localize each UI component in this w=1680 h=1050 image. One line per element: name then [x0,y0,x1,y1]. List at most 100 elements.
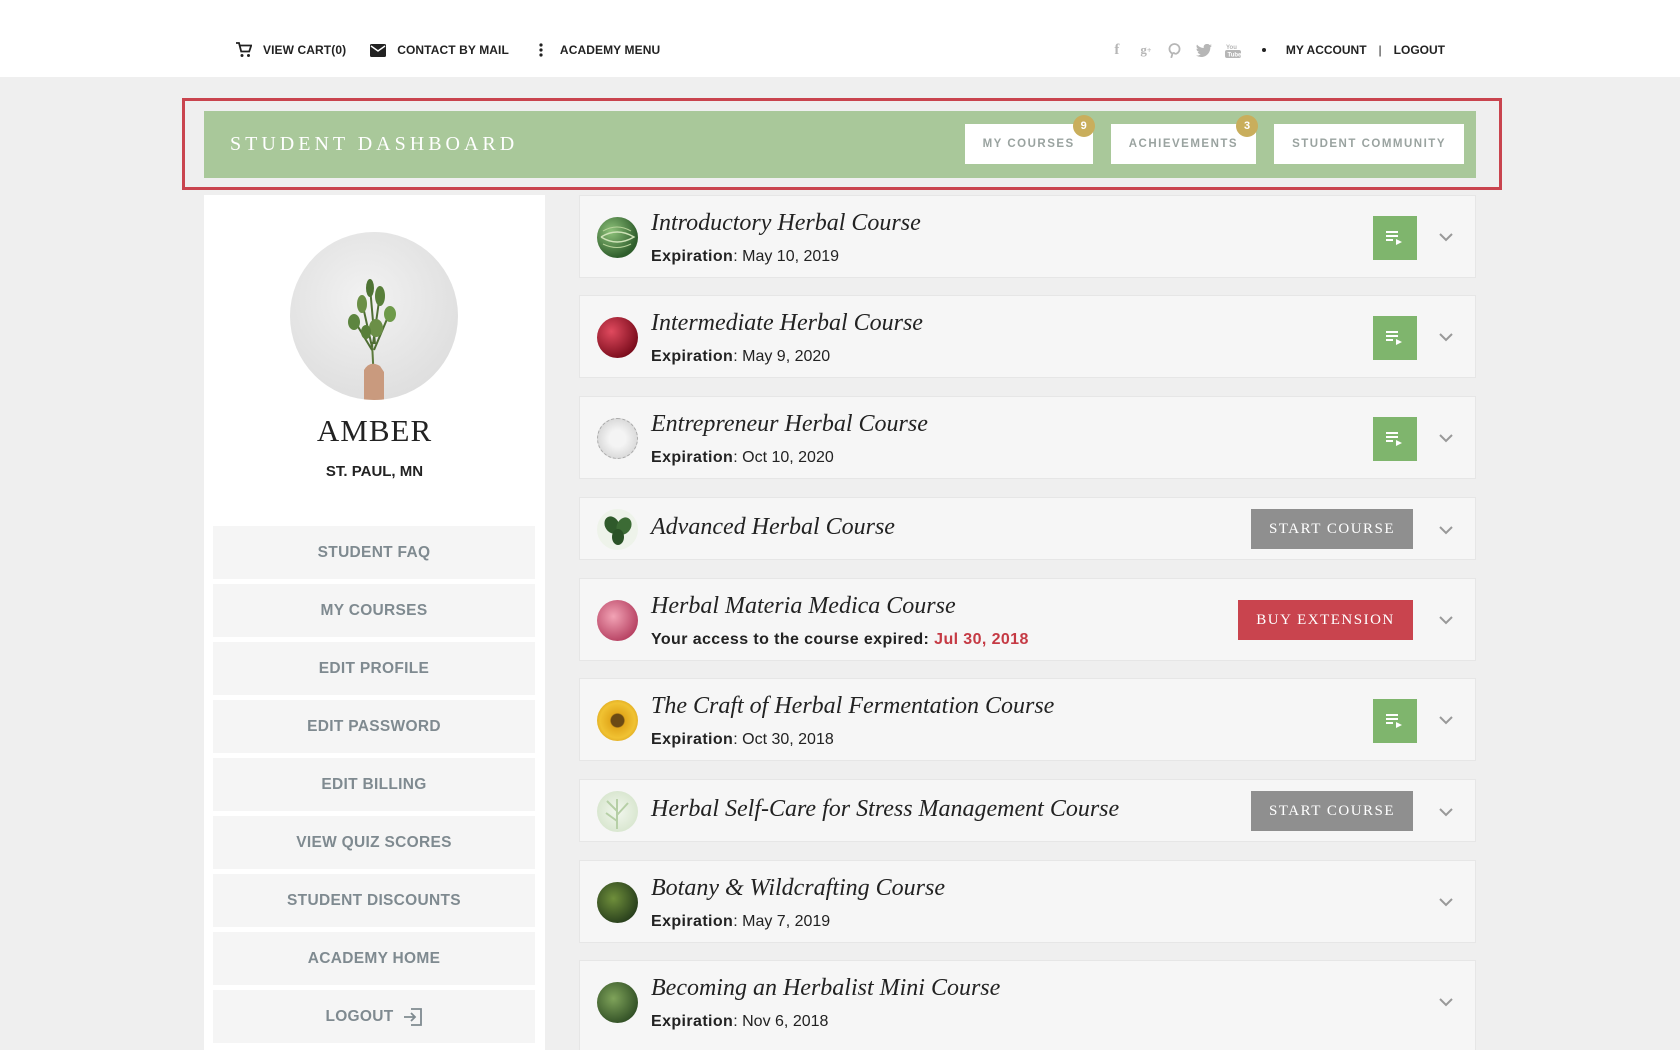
facebook-icon[interactable]: f [1109,42,1125,58]
expiration-date: : May 9, 2020 [733,348,831,365]
view-cart-link[interactable]: VIEW CART(0) [236,42,346,58]
expand-chevron-icon[interactable] [1439,613,1453,627]
sidebar-item-view-quiz-scores[interactable]: VIEW QUIZ SCORES [213,816,535,869]
course-title[interactable]: Herbal Self-Care for Stress Management C… [651,796,1119,823]
course-expiration: Expiration: May 10, 2019 [651,248,839,266]
expand-chevron-icon[interactable] [1439,805,1453,819]
start-course-button[interactable]: START COURSE [1251,791,1413,831]
expiration-date: : May 7, 2019 [733,913,831,930]
course-thumbnail [597,882,638,923]
course-thumbnail [597,418,638,459]
course-title[interactable]: Becoming an Herbalist Mini Course [651,975,1000,1002]
course-card: The Craft of Herbal Fermentation Course … [579,678,1476,761]
course-expiration: Your access to the course expired: Jul 3… [651,631,1029,649]
svg-text:Tube: Tube [1227,53,1241,59]
mail-icon [370,42,387,58]
course-expiration: Expiration: May 9, 2020 [651,348,830,366]
expiration-date: : Oct 30, 2018 [733,731,834,748]
course-expiration: Expiration: Oct 10, 2020 [651,449,834,467]
profile-sidebar: AMBER ST. PAUL, MN STUDENT FAQ MY COURSE… [204,195,545,1050]
sidebar-item-logout[interactable]: LOGOUT [213,990,535,1043]
course-title[interactable]: Entrepreneur Herbal Course [651,411,928,438]
dashboard-tabs: MY COURSES 9 ACHIEVEMENTS 3 STUDENT COMM… [947,115,1464,164]
play-course-button[interactable] [1373,216,1417,260]
course-card: Advanced Herbal Course START COURSE [579,497,1476,560]
course-title[interactable]: Advanced Herbal Course [651,514,895,541]
contact-mail-link[interactable]: CONTACT BY MAIL [370,42,509,58]
view-cart-label: VIEW CART(0) [263,43,347,57]
academy-menu-link[interactable]: ACADEMY MENU [533,42,660,58]
tab-student-community-label: STUDENT COMMUNITY [1292,138,1446,150]
expand-chevron-icon[interactable] [1439,995,1453,1009]
tab-achievements[interactable]: ACHIEVEMENTS 3 [1110,115,1259,164]
course-card: Intermediate Herbal Course Expiration: M… [579,295,1476,378]
expired-label: Your access to the course expired: [651,631,935,648]
my-courses-count-badge: 9 [1072,115,1095,137]
contact-mail-label: CONTACT BY MAIL [397,43,509,57]
sidebar-item-my-courses[interactable]: MY COURSES [213,584,535,637]
expand-chevron-icon[interactable] [1439,713,1453,727]
expand-chevron-icon[interactable] [1439,330,1453,344]
cart-icon [236,42,252,58]
tab-student-community[interactable]: STUDENT COMMUNITY [1274,124,1464,164]
logout-icon [403,1007,423,1026]
separator-dot [1261,48,1266,52]
link-separator: | [1378,43,1382,57]
sidebar-logout-label: LOGOUT [325,1007,394,1025]
playlist-play-icon [1386,231,1402,245]
sidebar-item-edit-profile[interactable]: EDIT PROFILE [213,642,535,695]
tab-achievements-label: ACHIEVEMENTS [1128,138,1239,150]
course-expiration: Expiration: Nov 6, 2018 [651,1013,828,1031]
expiration-label: Expiration [651,1013,734,1030]
course-title[interactable]: Introductory Herbal Course [651,210,921,237]
start-course-button[interactable]: START COURSE [1251,509,1413,549]
top-bar: VIEW CART(0) CONTACT BY MAIL ACADEMY MEN… [0,0,1680,77]
sidebar-item-student-faq[interactable]: STUDENT FAQ [213,526,535,579]
expiration-date: : Oct 10, 2020 [733,449,834,466]
course-title[interactable]: Herbal Materia Medica Course [651,593,956,620]
course-card: Entrepreneur Herbal Course Expiration: O… [579,396,1476,479]
expiration-label: Expiration [651,913,734,930]
sidebar-item-student-discounts[interactable]: STUDENT DISCOUNTS [213,874,535,927]
achievements-count-badge: 3 [1236,115,1259,137]
youtube-icon[interactable]: You Tube [1224,42,1241,59]
play-course-button[interactable] [1373,699,1417,743]
tab-my-courses[interactable]: MY COURSES 9 [964,115,1095,164]
dashboard-header: STUDENT DASHBOARD MY COURSES 9 ACHIEVEME… [204,111,1476,178]
top-logout-link[interactable]: LOGOUT [1394,43,1445,57]
expiration-date: : Nov 6, 2018 [733,1013,829,1030]
playlist-play-icon [1386,331,1402,345]
expiration-label: Expiration [651,248,734,265]
course-thumbnail [597,317,638,358]
expiration-label: Expiration [651,731,734,748]
play-course-button[interactable] [1373,417,1417,461]
my-account-link[interactable]: MY ACCOUNT [1286,43,1367,57]
sidebar-item-edit-billing[interactable]: EDIT BILLING [213,758,535,811]
sidebar-item-academy-home[interactable]: ACADEMY HOME [213,932,535,985]
expand-chevron-icon[interactable] [1439,431,1453,445]
playlist-play-icon [1386,714,1402,728]
course-title[interactable]: The Craft of Herbal Fermentation Course [651,693,1054,720]
sidebar-menu: STUDENT FAQ MY COURSES EDIT PROFILE EDIT… [213,526,535,1048]
twitter-icon[interactable] [1195,42,1212,58]
expand-chevron-icon[interactable] [1439,523,1453,537]
course-expiration: Expiration: May 7, 2019 [651,913,830,931]
course-title[interactable]: Botany & Wildcrafting Course [651,875,945,902]
pinterest-icon[interactable] [1167,42,1183,58]
expired-date: Jul 30, 2018 [934,631,1029,648]
sidebar-item-edit-password[interactable]: EDIT PASSWORD [213,700,535,753]
buy-extension-button[interactable]: BUY EXTENSION [1238,600,1413,640]
expiration-label: Expiration [651,348,734,365]
more-vertical-icon [533,42,549,58]
expand-chevron-icon[interactable] [1439,230,1453,244]
play-course-button[interactable] [1373,316,1417,360]
course-thumbnail [597,700,638,741]
top-right-links: f g + You Tube MY ACCOUNT | LOGOUT [1109,42,1445,58]
course-thumbnail [597,600,638,641]
expand-chevron-icon[interactable] [1439,895,1453,909]
google-plus-icon[interactable]: g + [1138,42,1154,58]
course-title[interactable]: Intermediate Herbal Course [651,310,923,337]
course-card: Herbal Materia Medica Course Your access… [579,578,1476,661]
dashboard-title: STUDENT DASHBOARD [230,133,519,155]
course-thumbnail [597,217,638,258]
